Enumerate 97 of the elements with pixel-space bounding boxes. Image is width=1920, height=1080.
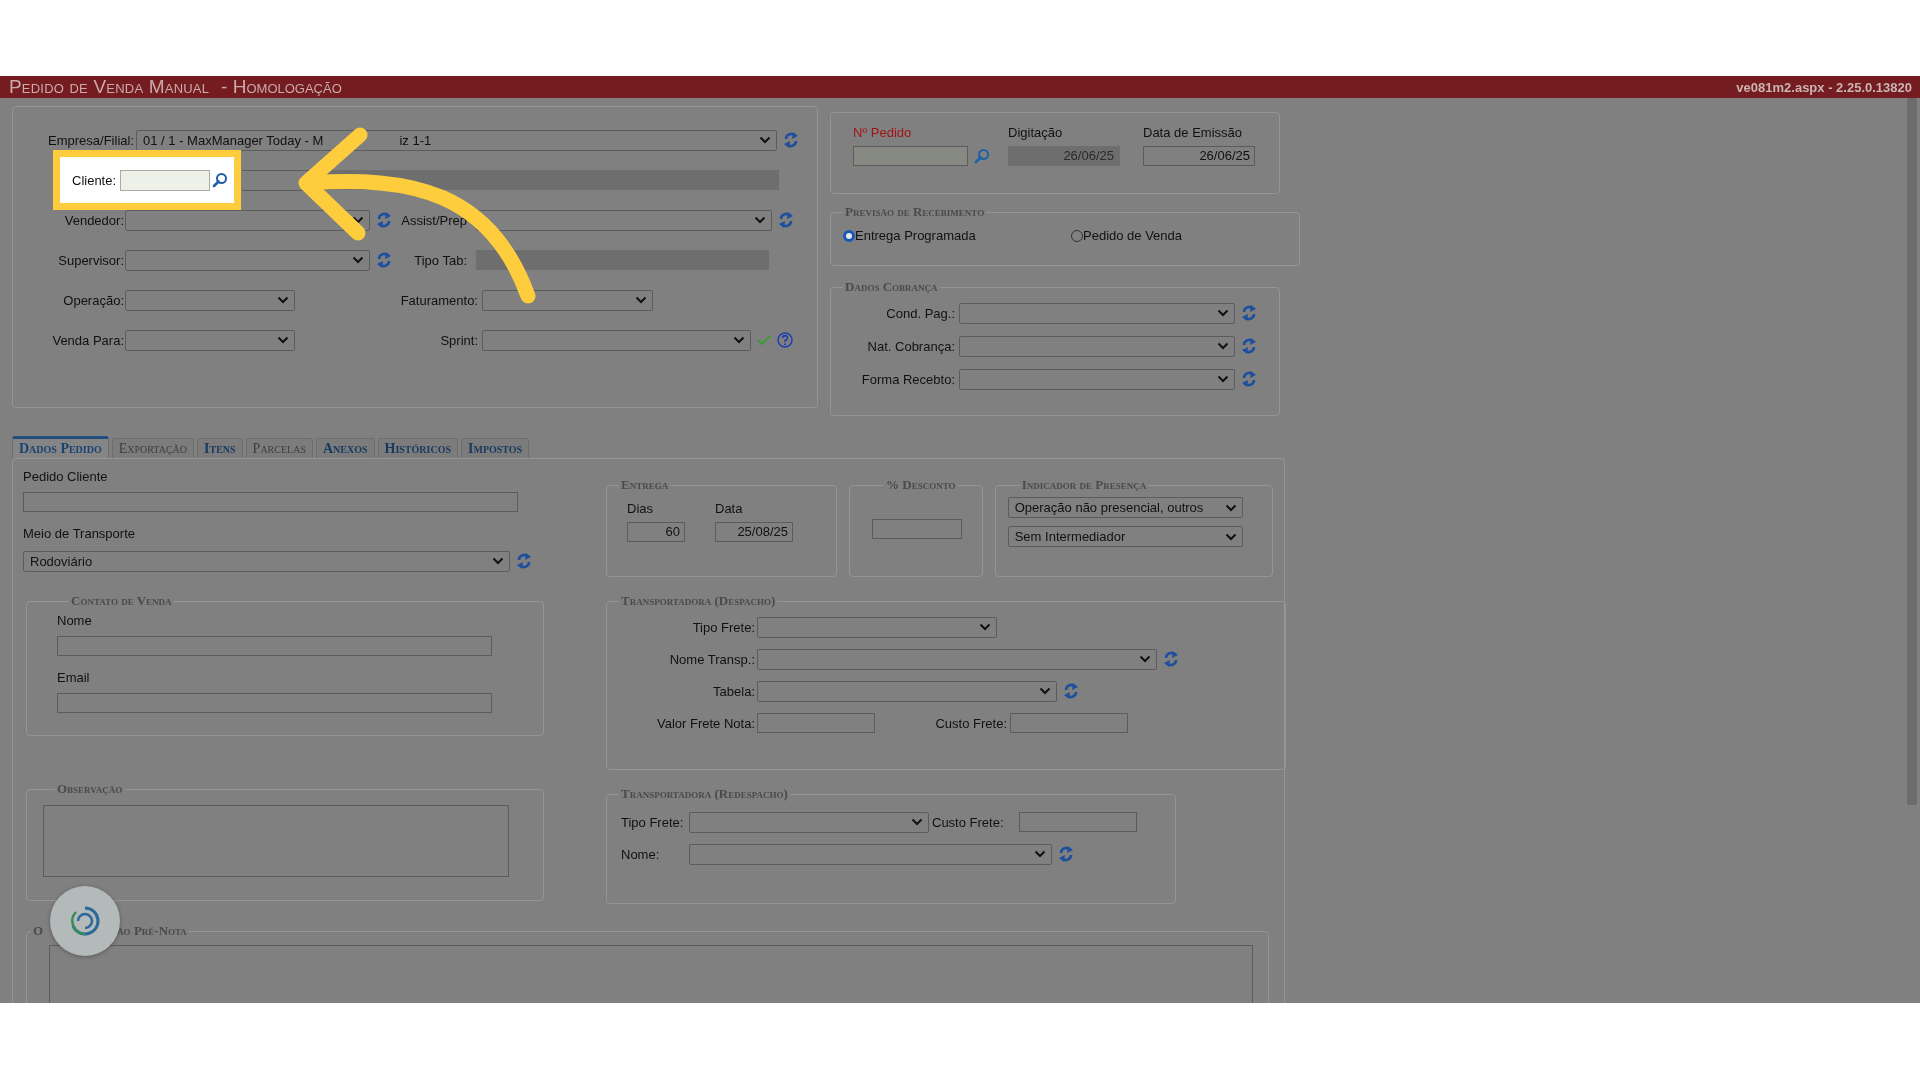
- refresh-icon[interactable]: [783, 131, 799, 149]
- refresh-icon[interactable]: [376, 251, 392, 269]
- chevron-icon: [352, 256, 364, 264]
- field-label: Vendedor:: [63, 212, 125, 228]
- field-label: Pedido Cliente: [23, 469, 109, 484]
- input-field[interactable]: 60: [627, 522, 685, 542]
- field-label: Nome:: [620, 846, 661, 862]
- tab[interactable]: Impostos: [461, 438, 530, 458]
- field-label: Data: [715, 501, 744, 516]
- page-title: Pedido de Venda Manual: [9, 76, 210, 98]
- field-label: Sprint:: [439, 332, 479, 348]
- scrollbar[interactable]: [1907, 98, 1917, 805]
- chevron-icon: [733, 336, 745, 344]
- field-label: Valor Frete Nota:: [655, 715, 756, 731]
- field-label: Tipo Tab:: [413, 252, 468, 268]
- refresh-icon[interactable]: [1163, 650, 1179, 668]
- tab[interactable]: Dados Pedido: [12, 436, 109, 458]
- chevron-icon: [1139, 655, 1151, 663]
- chevron-icon: [352, 216, 364, 224]
- version-label: ve081m2.aspx - 2.25.0.13820: [1736, 79, 1912, 95]
- chevron-icon: [979, 623, 991, 631]
- field-label: Faturamento:: [399, 292, 479, 308]
- field-label: Digitação: [1008, 125, 1064, 140]
- input-field[interactable]: [757, 713, 875, 733]
- input-field[interactable]: [872, 519, 963, 539]
- radio-button[interactable]: [843, 229, 855, 242]
- field-label: Assist/Prep: [400, 212, 468, 228]
- field-label: Forma Recebto:: [860, 371, 956, 387]
- field-label: Nome: [57, 613, 93, 628]
- input-field[interactable]: [57, 636, 492, 656]
- field-label: Custo Frete:: [934, 715, 1008, 731]
- field-label: Venda Para:: [51, 332, 125, 348]
- field-label: Cond. Pag.:: [885, 305, 956, 321]
- refresh-icon[interactable]: [1241, 370, 1257, 388]
- dropdown[interactable]: Sem Intermediador: [1007, 526, 1243, 547]
- field-label: Tipo Frete:: [620, 814, 685, 830]
- dropdown[interactable]: [476, 209, 772, 231]
- text-area[interactable]: [43, 805, 509, 877]
- tab[interactable]: Itens: [197, 438, 243, 458]
- input-field[interactable]: [120, 169, 211, 191]
- chevron-icon: [277, 296, 289, 304]
- field-label: Supervisor:: [57, 252, 125, 268]
- field-label: Nat. Cobrança:: [866, 338, 956, 354]
- field-label: Cliente:: [72, 172, 117, 188]
- chevron-icon: [1217, 375, 1229, 383]
- chevron-icon: [759, 136, 771, 144]
- field-label: Dias: [627, 501, 654, 516]
- help-icon[interactable]: [777, 332, 793, 348]
- refresh-icon[interactable]: [376, 211, 392, 229]
- field-label: Nº Pedido: [853, 125, 913, 140]
- field-label: Tipo Frete:: [691, 619, 756, 635]
- dropdown[interactable]: 01 / 1 - MaxManager Today - M iz 1-1: [136, 129, 777, 151]
- date-field[interactable]: 25/08/25: [715, 522, 793, 542]
- field-label: Tabela:: [712, 683, 756, 699]
- tab[interactable]: Históricos: [377, 438, 458, 458]
- refresh-icon[interactable]: [516, 552, 532, 570]
- chevron-icon: [1039, 687, 1051, 695]
- swirl-icon[interactable]: [68, 904, 102, 938]
- chevron-icon: [1217, 342, 1229, 350]
- refresh-icon[interactable]: [1058, 845, 1074, 863]
- dropdown[interactable]: [482, 289, 653, 311]
- checkmark-icon[interactable]: [757, 334, 771, 346]
- input-field[interactable]: [1019, 812, 1137, 832]
- field-label: Empresa/Filial:: [47, 132, 135, 148]
- search-icon[interactable]: [212, 172, 229, 188]
- chevron-icon: [1217, 309, 1229, 317]
- refresh-icon[interactable]: [778, 211, 794, 229]
- environment-label: - Homologação: [221, 76, 342, 98]
- input-field[interactable]: [853, 146, 968, 166]
- date-field[interactable]: 26/06/25: [1143, 146, 1255, 166]
- field-label: Email: [57, 670, 91, 685]
- chevron-icon: [635, 296, 647, 304]
- radio-button[interactable]: [1071, 229, 1083, 242]
- input-field[interactable]: [1010, 713, 1128, 733]
- radio-label: Entrega Programada: [855, 228, 976, 243]
- chevron-icon: [277, 336, 289, 344]
- chevron-icon: [1224, 532, 1237, 541]
- field-label: Meio de Transporte: [23, 526, 136, 541]
- field-label: Data de Emissão: [1143, 125, 1243, 140]
- tab[interactable]: Anexos: [315, 438, 375, 458]
- radio-label: Pedido de Venda: [1083, 228, 1183, 243]
- field-label: Nome Transp.:: [668, 651, 756, 667]
- input-field[interactable]: [57, 693, 492, 713]
- dropdown[interactable]: Operação não presencial, outros: [1007, 497, 1243, 518]
- chevron-icon: [1224, 503, 1237, 512]
- dropdown[interactable]: Rodoviário: [23, 550, 510, 572]
- field-label: Custo Frete:: [931, 814, 1005, 830]
- date-field: 26/06/25: [1008, 146, 1120, 166]
- chevron-icon: [754, 216, 766, 224]
- chevron-icon: [1034, 850, 1046, 858]
- chevron-icon: [492, 557, 504, 565]
- input-field[interactable]: [23, 492, 518, 512]
- field-label: Operação:: [62, 292, 125, 308]
- refresh-icon[interactable]: [1241, 337, 1257, 355]
- chevron-icon: [911, 818, 923, 826]
- refresh-icon[interactable]: [1063, 682, 1079, 700]
- refresh-icon[interactable]: [1241, 304, 1257, 322]
